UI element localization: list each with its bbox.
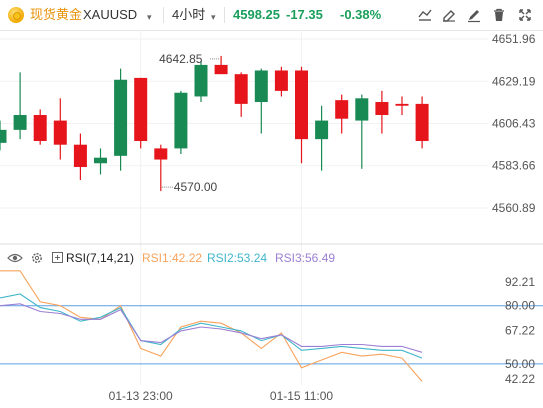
rsi-lines: [0, 270, 423, 382]
time-tick-label: 01-15 11:00: [270, 389, 333, 403]
price-change-percent: -0.38%: [340, 7, 382, 22]
rsi-level-lines: [0, 305, 543, 365]
candle-up: [194, 64, 208, 97]
rsi-tick-label: 92.21: [505, 275, 535, 289]
candle-up: [315, 120, 329, 140]
high-annotation-label: 4642.85: [159, 52, 203, 66]
gear-icon[interactable]: [32, 253, 42, 263]
chart-toolbar: 现货黄金 XAUUSD ▾ 4小时 ▾ 4598.25 -17.35 -0.38…: [0, 0, 543, 31]
candle-down: [53, 120, 67, 145]
candle-down: [154, 148, 168, 160]
low-annotation-label: 4570.00: [174, 180, 218, 194]
chevron-down-icon[interactable]: ▾: [211, 9, 216, 25]
candle-up: [174, 92, 188, 149]
rsi3-line: [0, 303, 423, 353]
symbol-code[interactable]: XAUUSD: [83, 7, 137, 23]
candle-down: [335, 100, 349, 119]
time-tick-label: 01-13 23:00: [109, 389, 173, 403]
candle-down: [134, 77, 148, 141]
candle-up: [254, 70, 268, 103]
rsi3-value: RSI3:56.49: [275, 251, 335, 265]
last-price: 4598.25: [233, 7, 280, 22]
price-tick-label: 4583.66: [492, 159, 536, 173]
line-chart-icon[interactable]: [416, 6, 434, 24]
candle-down: [234, 74, 248, 104]
trash-icon[interactable]: [490, 6, 508, 24]
candle-down: [274, 70, 288, 91]
candle-down: [415, 103, 429, 141]
plus-square-icon[interactable]: [52, 252, 63, 263]
chevron-down-icon[interactable]: ▾: [147, 9, 152, 25]
eraser-icon[interactable]: [440, 6, 458, 24]
eye-icon[interactable]: [7, 253, 23, 263]
candle-up: [114, 79, 128, 156]
candle-up: [0, 129, 7, 143]
candle-up: [355, 98, 369, 121]
gold-coin-icon: [8, 7, 24, 23]
candle-down: [295, 70, 308, 140]
price-tick-label: 4651.96: [492, 32, 536, 46]
toolbar-divider: [163, 7, 164, 23]
rsi-tick-label: 80.00: [505, 299, 535, 313]
candle-down: [73, 144, 87, 167]
time-axis: 01-13 23:00 01-15 11:00: [109, 389, 334, 403]
candle-down: [395, 103, 409, 106]
fullscreen-icon[interactable]: [516, 6, 534, 24]
interval-selector[interactable]: 4小时: [172, 7, 205, 23]
candle-up: [94, 157, 107, 164]
price-change: -17.35: [286, 7, 323, 22]
rsi-tick-label: 42.22: [505, 372, 535, 386]
pencil-icon[interactable]: [465, 6, 483, 24]
rsi-title[interactable]: RSI(7,14,21): [66, 251, 134, 265]
price-tick-label: 4560.89: [492, 201, 536, 215]
rsi-tick-label: 50.00: [505, 357, 535, 371]
rsi-axis: 92.21 80.00 67.22 50.0042.22: [505, 275, 535, 386]
candle-down: [375, 102, 389, 116]
price-tick-label: 4606.43: [492, 116, 536, 130]
candle-up: [13, 115, 27, 130]
chart-canvas[interactable]: 4651.96 4629.19 4606.43 4583.66 4560.89 4642…: [0, 30, 543, 408]
toolbar-divider: [224, 7, 225, 23]
rsi1-line: [0, 270, 423, 382]
rsi-tick-label: 67.22: [505, 323, 535, 337]
rsi-legend: RSI(7,14,21) RSI1:42.22 RSI2:53.24 RSI3:…: [7, 251, 335, 265]
rsi1-value: RSI1:42.22: [142, 251, 202, 265]
candle-down: [214, 64, 228, 75]
candle-down: [33, 115, 47, 141]
price-tick-label: 4629.19: [492, 74, 536, 88]
rsi2-value: RSI2:53.24: [207, 251, 267, 265]
rsi2-line: [0, 293, 423, 359]
price-axis: 4651.96 4629.19 4606.43 4583.66 4560.89: [492, 32, 536, 215]
symbol-name[interactable]: 现货黄金: [30, 7, 82, 23]
